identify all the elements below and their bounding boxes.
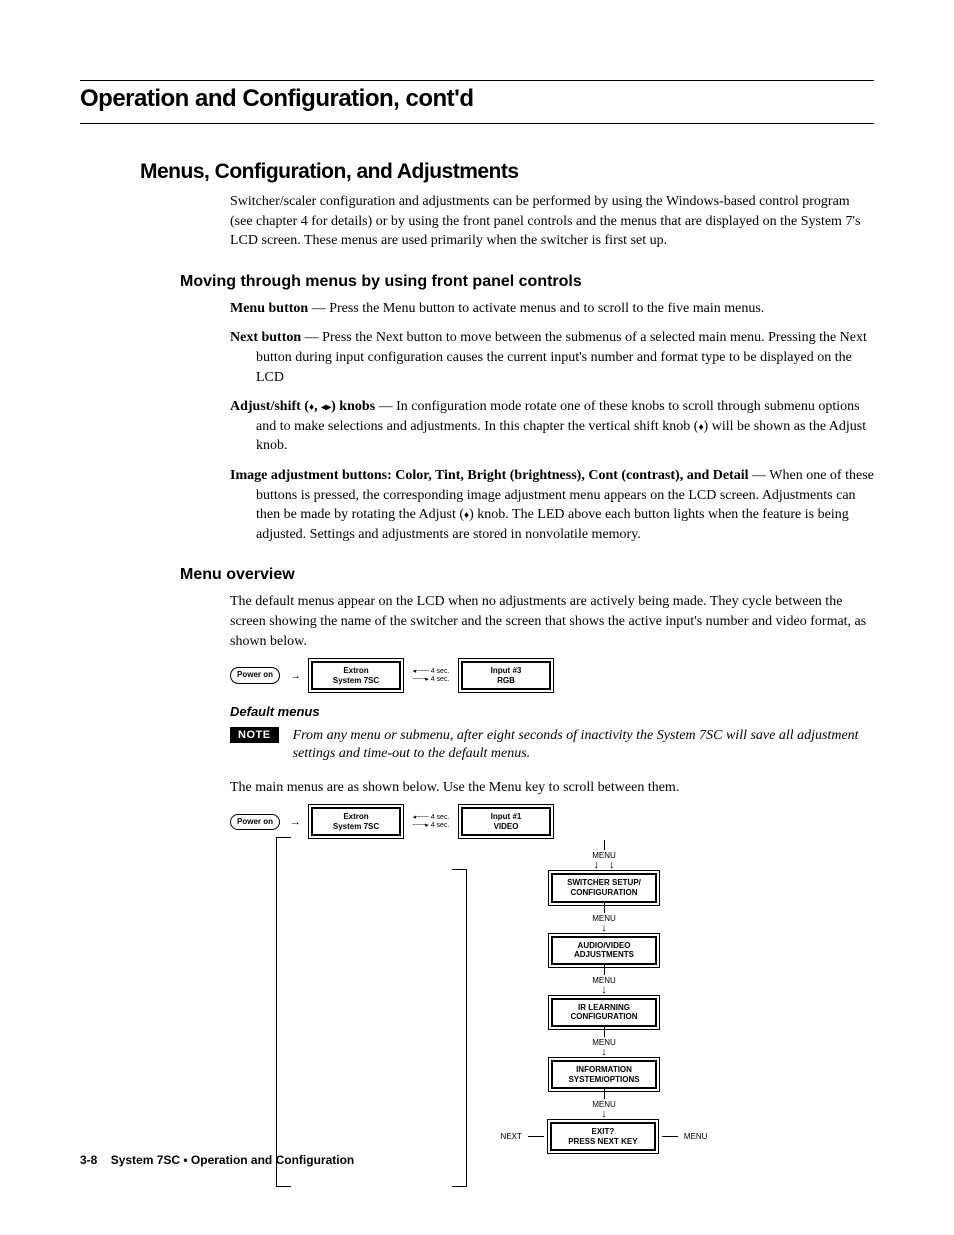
arrow-down-icon: ↓	[601, 985, 607, 996]
default-lcd-diagram: Power on → Extron System 7SC ◂┄┄┄ 4 sec.…	[230, 661, 874, 690]
section-title: Operation and Configuration, cont'd	[80, 85, 874, 113]
term-image-label: Image adjustment buttons: Color, Tint, B…	[230, 468, 749, 483]
lcd-extron: Extron System 7SC	[311, 661, 401, 690]
vline	[604, 903, 605, 913]
connector-left	[528, 1136, 544, 1138]
main-menu-flow-diagram: Power on → Extron System 7SC ◂┄┄┄ 4 sec.…	[230, 807, 874, 1151]
menu-side-label: MENU	[684, 1132, 708, 1141]
rule-under-title	[80, 123, 874, 124]
arrow-down-icon: ↓	[601, 1047, 607, 1058]
footer-page-number: 3-8	[80, 1153, 97, 1167]
flow-lcd-input1: Input #1 VIDEO	[461, 807, 551, 836]
term-image-buttons: Image adjustment buttons: Color, Tint, B…	[230, 466, 874, 544]
heading-menus: Menus, Configuration, and Adjustments	[140, 160, 874, 184]
heading-default-menus: Default menus	[230, 704, 874, 719]
vline	[604, 1089, 605, 1099]
term-next-label: Next button	[230, 330, 301, 345]
power-on-pill: Power on	[230, 667, 280, 683]
rule-top	[80, 80, 874, 81]
term-menu-label: Menu button	[230, 301, 308, 316]
menu-switcher-setup: SWITCHER SETUP/ CONFIGURATION	[551, 873, 657, 902]
loop-right-bracket	[452, 869, 467, 1187]
footer-text: System 7SC • Operation and Configuration	[111, 1153, 355, 1167]
arrow-down-icon: ↓	[601, 1109, 607, 1120]
lcd-input3: Input #3 RGB	[461, 661, 551, 690]
arrow-down-icon: ↓	[601, 923, 607, 934]
flow-cycle-arrows: ◂┄┄┄ 4 sec. ┄┄┄▸ 4 sec.	[411, 814, 451, 829]
arrow-right-icon-2: →	[290, 816, 301, 828]
term-menu-button: Menu button — Press the Menu button to a…	[230, 299, 874, 319]
term-adjust-label: Adjust/shift (♦, ◂▸) knobs	[230, 399, 375, 414]
menu-information: INFORMATION SYSTEM/OPTIONS	[551, 1060, 657, 1089]
note-badge: NOTE	[230, 727, 279, 743]
term-next-text: — Press the Next button to move between …	[256, 330, 867, 384]
vline	[604, 840, 605, 850]
vline	[604, 965, 605, 975]
menu-ir-learning: IR LEARNING CONFIGURATION	[551, 998, 657, 1027]
menu-exit: EXIT? PRESS NEXT KEY	[550, 1122, 656, 1151]
menu-audio-video: AUDIO/VIDEO ADJUSTMENTS	[551, 936, 657, 965]
overview-paragraph: The default menus appear on the LCD when…	[230, 592, 874, 651]
heading-overview: Menu overview	[180, 566, 874, 584]
term-adjust-knobs: Adjust/shift (♦, ◂▸) knobs — In configur…	[230, 397, 874, 456]
connector-right	[662, 1136, 678, 1138]
term-next-button: Next button — Press the Next button to m…	[230, 328, 874, 387]
note-block: NOTE From any menu or submenu, after eig…	[230, 727, 874, 763]
main-menus-paragraph: The main menus are as shown below. Use t…	[230, 778, 874, 798]
term-menu-text: — Press the Menu button to activate menu…	[308, 301, 764, 316]
loop-left-bracket	[276, 837, 291, 1187]
heading-moving: Moving through menus by using front pane…	[180, 273, 874, 291]
horiz-knob-icon: ◂▸	[321, 402, 331, 413]
vline	[604, 1027, 605, 1037]
arrow-down-double-icon: ↓↓	[594, 860, 615, 871]
exit-row: NEXT EXIT? PRESS NEXT KEY MENU	[501, 1122, 708, 1151]
cycle-arrows: ◂┄┄┄ 4 sec. ┄┄┄▸ 4 sec.	[411, 668, 451, 683]
flow-power-pill: Power on	[230, 814, 280, 830]
arrow-right-icon: →	[290, 670, 301, 682]
next-label: NEXT	[501, 1132, 522, 1141]
intro-paragraph: Switcher/scaler configuration and adjust…	[230, 192, 874, 251]
page-footer: 3-8 System 7SC • Operation and Configura…	[80, 1153, 354, 1167]
flow-lcd-extron: Extron System 7SC	[311, 807, 401, 836]
note-text: From any menu or submenu, after eight se…	[293, 727, 874, 763]
